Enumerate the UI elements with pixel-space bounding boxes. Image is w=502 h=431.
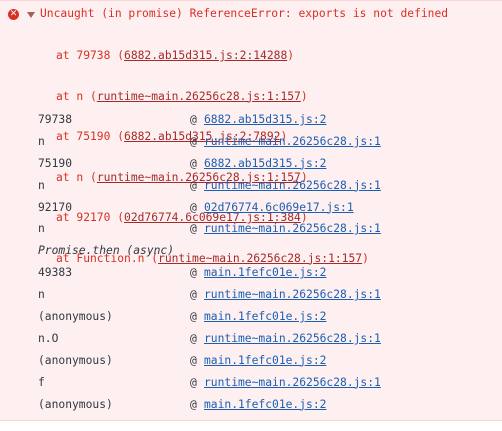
frame-function: 49383 xyxy=(38,266,73,280)
frame-source-link[interactable]: runtime~main.26256c28.js:1 xyxy=(204,376,381,389)
frame-function: (anonymous) xyxy=(38,310,113,324)
frame-row: n @ runtime~main.26256c28.js:1 xyxy=(0,175,502,197)
frame-row: n @ runtime~main.26256c28.js:1 xyxy=(0,131,502,153)
frame-source-link[interactable]: runtime~main.26256c28.js:1 xyxy=(204,332,381,345)
frame-row: 79738 @ 6882.ab15d315.js:2 xyxy=(0,109,502,131)
error-circle-icon: ✕ xyxy=(8,9,19,20)
call-stack-frames: 79738 @ 6882.ab15d315.js:2 n @ runtime~m… xyxy=(0,109,502,415)
at-symbol: @ xyxy=(190,331,197,345)
frame-function: 92170 xyxy=(38,200,73,214)
frame-row: n.O @ runtime~main.26256c28.js:1 xyxy=(0,328,502,350)
stack-line: at 79738 (6882.ab15d315.js:2:14288) xyxy=(56,49,295,62)
error-header[interactable]: Uncaught (in promise) ReferenceError: ex… xyxy=(40,7,448,21)
frame-source-link[interactable]: runtime~main.26256c28.js:1 xyxy=(204,288,381,301)
at-symbol: @ xyxy=(190,200,197,214)
frame-row: (anonymous) @ main.1fefc01e.js:2 xyxy=(0,350,502,372)
at-symbol: @ xyxy=(190,397,197,411)
frame-source-link[interactable]: runtime~main.26256c28.js:1 xyxy=(204,179,381,192)
frame-function: n xyxy=(38,178,45,192)
at-symbol: @ xyxy=(190,375,197,389)
at-symbol: @ xyxy=(190,310,197,324)
frame-source-link[interactable]: 6882.ab15d315.js:2 xyxy=(204,157,326,170)
frame-row: (anonymous) @ main.1fefc01e.js:2 xyxy=(0,394,502,416)
stack-link[interactable]: runtime~main.26256c28.js:1:157 xyxy=(97,90,301,103)
triangle-down-icon[interactable] xyxy=(27,12,35,18)
frame-row: (anonymous) @ main.1fefc01e.js:2 xyxy=(0,306,502,328)
at-symbol: @ xyxy=(190,156,197,170)
frame-row: 75190 @ 6882.ab15d315.js:2 xyxy=(0,153,502,175)
at-symbol: @ xyxy=(190,222,197,236)
frame-source-link[interactable]: 02d76774.6c069e17.js:1 xyxy=(204,201,354,214)
frame-source-link[interactable]: main.1fefc01e.js:2 xyxy=(204,310,326,323)
frame-function: f xyxy=(38,375,45,389)
stack-line: at n (runtime~main.26256c28.js:1:157) xyxy=(56,89,308,103)
frame-source-link[interactable]: runtime~main.26256c28.js:1 xyxy=(204,135,381,148)
at-symbol: @ xyxy=(190,266,197,280)
frame-function: n xyxy=(38,288,45,302)
frame-source-link[interactable]: runtime~main.26256c28.js:1 xyxy=(204,222,381,235)
frame-row: 92170 @ 02d76774.6c069e17.js:1 xyxy=(0,197,502,219)
frame-function: n.O xyxy=(38,331,59,345)
at-symbol: @ xyxy=(190,113,197,126)
frame-row: n @ runtime~main.26256c28.js:1 xyxy=(0,218,502,240)
at-symbol: @ xyxy=(190,178,197,192)
frame-function: (anonymous) xyxy=(38,397,113,411)
at-symbol: @ xyxy=(190,134,197,148)
frame-source-link[interactable]: main.1fefc01e.js:2 xyxy=(204,354,326,367)
stack-link[interactable]: 6882.ab15d315.js:2:14288 xyxy=(124,49,287,62)
frame-function: 79738 xyxy=(38,113,73,126)
frame-function: 75190 xyxy=(38,156,73,170)
async-separator: Promise.then (async) xyxy=(0,240,502,262)
frame-source-link[interactable]: main.1fefc01e.js:2 xyxy=(204,266,326,279)
at-symbol: @ xyxy=(190,288,197,302)
frame-row: 49383 @ main.1fefc01e.js:2 xyxy=(0,262,502,284)
frame-row: f @ runtime~main.26256c28.js:1 xyxy=(0,372,502,394)
at-symbol: @ xyxy=(190,353,197,367)
frame-source-link[interactable]: main.1fefc01e.js:2 xyxy=(204,398,326,411)
frame-function: (anonymous) xyxy=(38,353,113,367)
frame-function: n xyxy=(38,222,45,236)
console-error-message: ✕ Uncaught (in promise) ReferenceError: … xyxy=(0,0,502,421)
async-label: Promise.then (async) xyxy=(38,244,175,258)
frame-row: n @ runtime~main.26256c28.js:1 xyxy=(0,284,502,306)
frame-source-link[interactable]: 6882.ab15d315.js:2 xyxy=(204,113,326,126)
frame-function: n xyxy=(38,134,45,148)
